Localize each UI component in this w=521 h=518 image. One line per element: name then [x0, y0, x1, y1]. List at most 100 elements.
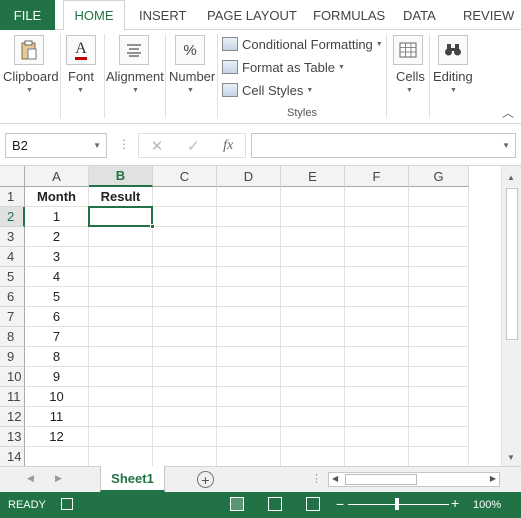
insert-function-icon[interactable]: fx — [223, 138, 233, 154]
cell-g14[interactable] — [409, 447, 469, 466]
cell-styles-button[interactable]: Cell Styles ▼ — [222, 80, 313, 100]
cell-g11[interactable] — [409, 387, 469, 407]
cell-e6[interactable] — [281, 287, 345, 307]
tab-file[interactable]: FILE — [0, 0, 55, 31]
tab-home[interactable]: HOME — [63, 0, 125, 31]
cell-e4[interactable] — [281, 247, 345, 267]
cell-d7[interactable] — [217, 307, 281, 327]
cancel-icon[interactable]: ✕ — [151, 137, 164, 155]
cell-e8[interactable] — [281, 327, 345, 347]
cell-g1[interactable] — [409, 187, 469, 207]
cell-f13[interactable] — [345, 427, 409, 447]
cell-g4[interactable] — [409, 247, 469, 267]
alignment-group[interactable]: Alignment ▼ — [105, 30, 164, 124]
cell-g2[interactable] — [409, 207, 469, 227]
cell-d1[interactable] — [217, 187, 281, 207]
row-header-12[interactable]: 12 — [0, 407, 25, 427]
cell-a10[interactable]: 9 — [25, 367, 89, 387]
tab-insert[interactable]: INSERT — [139, 0, 186, 31]
cell-b12[interactable] — [89, 407, 153, 427]
cell-c5[interactable] — [153, 267, 217, 287]
page-layout-view-icon[interactable] — [268, 497, 282, 511]
row-header-7[interactable]: 7 — [0, 307, 25, 327]
cell-a5[interactable]: 4 — [25, 267, 89, 287]
cell-b4[interactable] — [89, 247, 153, 267]
cell-g9[interactable] — [409, 347, 469, 367]
cell-f10[interactable] — [345, 367, 409, 387]
name-box[interactable]: B2 ▼ — [5, 133, 107, 158]
column-header-b[interactable]: B — [89, 166, 153, 187]
resize-handle-icon[interactable]: ⋮ — [118, 137, 130, 151]
cell-e5[interactable] — [281, 267, 345, 287]
cell-c3[interactable] — [153, 227, 217, 247]
clipboard-group[interactable]: Clipboard ▼ — [0, 30, 60, 124]
cell-a11[interactable]: 10 — [25, 387, 89, 407]
cell-b5[interactable] — [89, 267, 153, 287]
cell-b8[interactable] — [89, 327, 153, 347]
cell-c12[interactable] — [153, 407, 217, 427]
cell-d8[interactable] — [217, 327, 281, 347]
cell-b1[interactable]: Result — [89, 187, 153, 207]
cell-g5[interactable] — [409, 267, 469, 287]
cell-g7[interactable] — [409, 307, 469, 327]
cell-d11[interactable] — [217, 387, 281, 407]
resize-handle-icon[interactable]: ⋮ — [311, 472, 322, 485]
cell-g8[interactable] — [409, 327, 469, 347]
cell-c10[interactable] — [153, 367, 217, 387]
cell-c11[interactable] — [153, 387, 217, 407]
row-header-6[interactable]: 6 — [0, 287, 25, 307]
cell-c1[interactable] — [153, 187, 217, 207]
formula-input[interactable]: ▼ — [251, 133, 516, 158]
cell-c6[interactable] — [153, 287, 217, 307]
cell-a1[interactable]: Month — [25, 187, 89, 207]
spreadsheet-grid[interactable]: A B C D E F G 1 Month Result 2 1 3 2 4 3 5 4 6 5 7 6 8 7 9 8 10 9 11… — [0, 166, 521, 466]
fill-handle[interactable] — [150, 224, 155, 229]
tab-page-layout[interactable]: PAGE LAYOUT — [207, 0, 297, 31]
row-header-3[interactable]: 3 — [0, 227, 25, 247]
cell-f7[interactable] — [345, 307, 409, 327]
cell-e1[interactable] — [281, 187, 345, 207]
cell-d9[interactable] — [217, 347, 281, 367]
row-header-14[interactable]: 14 — [0, 447, 25, 466]
cell-b9[interactable] — [89, 347, 153, 367]
cell-a14[interactable] — [25, 447, 89, 466]
cell-c4[interactable] — [153, 247, 217, 267]
number-group[interactable]: % Number ▼ — [166, 30, 216, 124]
chevron-down-icon[interactable]: ▼ — [502, 141, 510, 150]
cell-c8[interactable] — [153, 327, 217, 347]
row-header-4[interactable]: 4 — [0, 247, 25, 267]
macro-record-icon[interactable] — [61, 498, 73, 510]
cell-c2[interactable] — [153, 207, 217, 227]
column-header-f[interactable]: F — [345, 166, 409, 187]
scroll-left-icon[interactable]: ◀ — [332, 474, 338, 483]
scroll-thumb[interactable] — [506, 188, 518, 340]
zoom-slider-thumb[interactable] — [395, 498, 399, 510]
cell-f11[interactable] — [345, 387, 409, 407]
row-header-2[interactable]: 2 — [0, 207, 25, 227]
horizontal-scrollbar[interactable]: ◀ ▶ — [328, 472, 500, 487]
cell-d2[interactable] — [217, 207, 281, 227]
cells-group[interactable]: Cells ▼ — [387, 30, 429, 124]
collapse-ribbon-icon[interactable]: ︿ — [502, 104, 514, 121]
cell-g6[interactable] — [409, 287, 469, 307]
cell-e10[interactable] — [281, 367, 345, 387]
cell-f5[interactable] — [345, 267, 409, 287]
column-header-d[interactable]: D — [217, 166, 281, 187]
cell-d14[interactable] — [217, 447, 281, 466]
cell-d13[interactable] — [217, 427, 281, 447]
cell-b13[interactable] — [89, 427, 153, 447]
cell-f3[interactable] — [345, 227, 409, 247]
scroll-right-icon[interactable]: ▶ — [490, 474, 496, 483]
cell-e9[interactable] — [281, 347, 345, 367]
cell-b7[interactable] — [89, 307, 153, 327]
cell-a3[interactable]: 2 — [25, 227, 89, 247]
next-sheet-icon[interactable]: ▶ — [55, 473, 62, 484]
select-all-corner[interactable] — [0, 166, 25, 187]
cell-d4[interactable] — [217, 247, 281, 267]
normal-view-icon[interactable] — [230, 497, 244, 511]
cell-f8[interactable] — [345, 327, 409, 347]
cell-a4[interactable]: 3 — [25, 247, 89, 267]
cell-g3[interactable] — [409, 227, 469, 247]
vertical-scrollbar[interactable]: ▲ ▼ — [501, 166, 521, 466]
cell-a2[interactable]: 1 — [25, 207, 89, 227]
